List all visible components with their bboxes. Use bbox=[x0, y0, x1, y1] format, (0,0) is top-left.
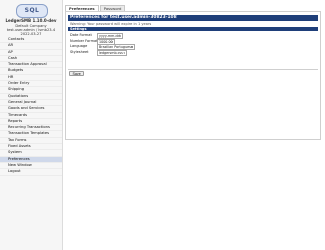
session-date: 2022-03-27 bbox=[20, 32, 42, 36]
number-format-label: Number Format bbox=[70, 38, 98, 43]
date-format-label: Date Format bbox=[70, 33, 92, 37]
stylesheet-value: ledgersmb.css bbox=[99, 50, 123, 55]
language-value: Brazilian Portuguese bbox=[99, 45, 133, 49]
preferences-panel: Preferences for test.user.admin-30823-10… bbox=[65, 11, 321, 140]
language-label: Language bbox=[70, 44, 88, 48]
stylesheet-select[interactable]: ledgersmb.css ▾ bbox=[97, 49, 127, 56]
save-button[interactable]: Save bbox=[69, 71, 85, 76]
form-divider bbox=[68, 68, 318, 70]
sidebar: SQL LedgerSMB 1.10.0-dev Default Company… bbox=[0, 0, 63, 250]
app-logo: SQL bbox=[16, 4, 48, 18]
password-warning: Warning: Your password will expire in 1 … bbox=[70, 22, 152, 26]
menu-item-logout[interactable]: Logout bbox=[0, 169, 62, 176]
date-format-value: yyyy-mm-dd bbox=[99, 34, 120, 38]
main-menu: Contacts AR AP Cash Transaction Approval… bbox=[0, 37, 62, 176]
page-title: Preferences for test.user.admin-30823-10… bbox=[68, 15, 318, 21]
chevron-down-icon: ▾ bbox=[131, 45, 133, 49]
logo-text: SQL bbox=[24, 6, 40, 14]
chevron-down-icon: ▾ bbox=[123, 50, 125, 55]
app-version: LedgerSMB 1.10.0-dev bbox=[5, 18, 57, 23]
chevron-down-icon: ▾ bbox=[119, 34, 121, 38]
settings-section-title: Settings bbox=[68, 27, 318, 31]
stylesheet-label: Stylesheet bbox=[70, 49, 89, 54]
